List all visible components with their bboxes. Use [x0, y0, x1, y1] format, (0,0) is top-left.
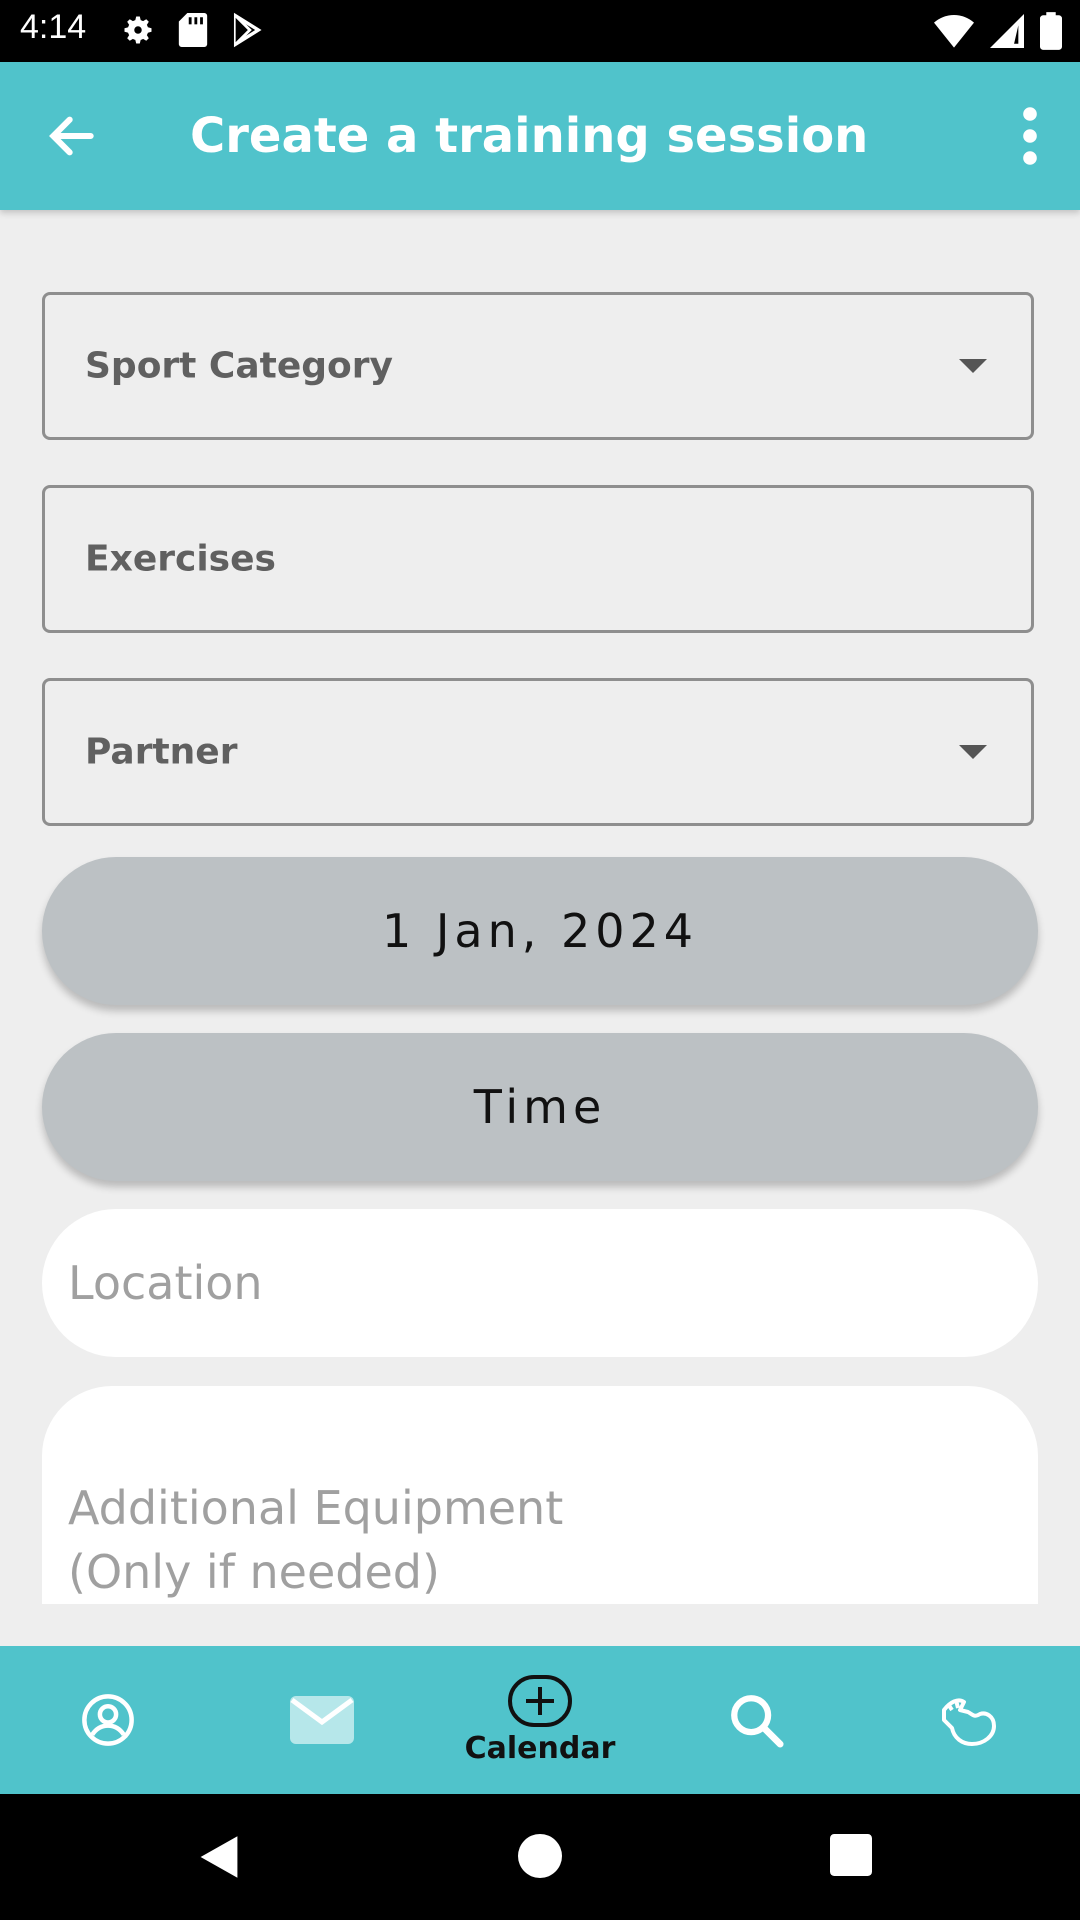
chevron-down-icon [959, 359, 987, 373]
system-recents-button[interactable] [830, 1834, 872, 1880]
back-button[interactable] [44, 108, 100, 164]
home-circle-icon [518, 1834, 562, 1878]
profile-icon [82, 1694, 134, 1746]
page-title: Create a training session [190, 108, 869, 164]
sport-category-dropdown[interactable]: Sport Category [42, 292, 1034, 440]
flex-arm-icon [942, 1698, 996, 1746]
more-options-button[interactable] [1010, 106, 1050, 166]
back-triangle-icon [200, 1836, 238, 1878]
exercises-label: Exercises [85, 538, 276, 580]
sd-card-icon [178, 13, 208, 47]
search-icon [731, 1695, 784, 1748]
location-input[interactable]: Location [42, 1209, 1038, 1357]
status-bar: 4:14 [0, 0, 1080, 62]
location-placeholder: Location [68, 1256, 263, 1310]
partner-dropdown[interactable]: Partner [42, 678, 1034, 826]
equipment-placeholder-line1: Additional Equipment [68, 1481, 564, 1535]
gear-icon [124, 16, 152, 44]
system-back-button[interactable] [196, 1834, 242, 1884]
equipment-placeholder: Additional Equipment (Only if needed) [68, 1476, 563, 1604]
date-button[interactable]: 1 Jan, 2024 [42, 857, 1038, 1005]
recents-square-icon [830, 1834, 872, 1876]
signal-icon [990, 14, 1024, 48]
nav-training[interactable] [920, 1646, 1020, 1794]
bottom-nav: Calendar [0, 1646, 1080, 1794]
equipment-placeholder-line2: (Only if needed) [68, 1545, 440, 1599]
system-home-button[interactable] [518, 1834, 562, 1882]
arrow-left-icon [49, 116, 94, 156]
play-store-icon [233, 12, 262, 48]
partner-label: Partner [85, 731, 238, 773]
system-nav-bar [0, 1794, 1080, 1920]
equipment-input[interactable]: Additional Equipment (Only if needed) [42, 1386, 1038, 1604]
nav-calendar-label: Calendar [464, 1730, 616, 1766]
nav-search[interactable] [706, 1646, 806, 1794]
nav-calendar[interactable]: Calendar [440, 1646, 640, 1794]
app-bar: Create a training session [0, 62, 1080, 210]
more-vertical-icon [1023, 107, 1037, 165]
nav-profile[interactable] [58, 1646, 158, 1794]
battery-icon [1040, 12, 1062, 50]
status-time: 4:14 [20, 8, 87, 46]
chevron-down-icon [959, 745, 987, 759]
time-button[interactable]: Time [42, 1033, 1038, 1181]
mail-icon [290, 1696, 354, 1744]
wifi-icon [934, 15, 974, 48]
exercises-field[interactable]: Exercises [42, 485, 1034, 633]
add-circle-icon [508, 1674, 572, 1727]
nav-messages[interactable] [272, 1646, 372, 1794]
sport-category-label: Sport Category [85, 345, 393, 387]
